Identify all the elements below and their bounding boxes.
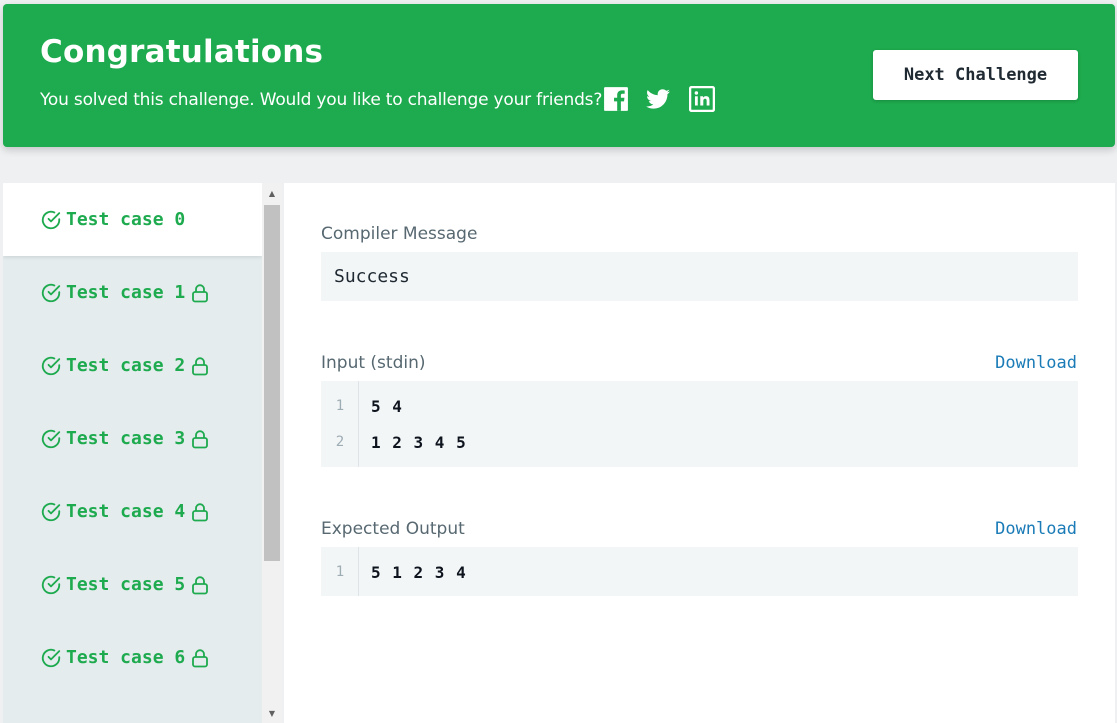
line-number: 1: [335, 398, 345, 414]
test-result-panel: Compiler Message Success Input (stdin) D…: [284, 183, 1115, 723]
test-case-label: Test case 1: [66, 282, 186, 303]
expected-output-code-box: 1 5 1 2 3 4: [321, 547, 1078, 596]
line-number: 1: [335, 564, 345, 580]
test-case-item-5[interactable]: Test case 5: [3, 548, 262, 621]
test-case-scrollbar[interactable]: ▲ ▼: [262, 183, 282, 723]
input-code-box: 1 5 4 2 1 2 3 4 5: [321, 381, 1078, 467]
code-text: 1 2 3 4 5: [371, 432, 467, 452]
input-download-link[interactable]: Download: [995, 353, 1077, 373]
compiler-message-box: Success: [321, 252, 1078, 301]
lock-icon: [191, 356, 209, 376]
code-line: 2 1 2 3 4 5: [321, 424, 1078, 460]
test-case-list: Test case 0 Test case 1 Test case 2 Test…: [3, 183, 262, 723]
code-line: 1 5 4: [321, 388, 1078, 424]
check-circle-icon: [40, 355, 62, 377]
test-case-label: Test case 2: [66, 355, 186, 376]
banner-title: Congratulations: [40, 34, 324, 70]
banner-subtitle: You solved this challenge. Would you lik…: [40, 90, 603, 110]
code-line: 1 5 1 2 3 4: [321, 554, 1078, 590]
scroll-up-arrow-icon[interactable]: ▲: [262, 183, 282, 203]
scroll-down-arrow-icon[interactable]: ▼: [262, 703, 282, 723]
next-challenge-button[interactable]: Next Challenge: [873, 50, 1078, 100]
facebook-icon[interactable]: [603, 86, 629, 112]
twitter-icon[interactable]: [645, 86, 671, 112]
test-case-item-3[interactable]: Test case 3: [3, 402, 262, 475]
line-number: 2: [335, 434, 345, 450]
lock-icon: [191, 502, 209, 522]
expected-output-label: Expected Output: [321, 519, 465, 539]
lock-icon: [191, 429, 209, 449]
lock-icon: [191, 575, 209, 595]
check-circle-icon: [40, 647, 62, 669]
test-case-item-0[interactable]: Test case 0: [3, 183, 262, 256]
test-case-label: Test case 0: [66, 209, 186, 230]
check-circle-icon: [40, 209, 62, 231]
test-case-label: Test case 3: [66, 428, 186, 449]
input-label: Input (stdin): [321, 353, 426, 373]
linkedin-icon[interactable]: [689, 86, 715, 112]
compiler-message-label: Compiler Message: [321, 224, 478, 244]
code-text: 5 4: [371, 396, 403, 416]
test-case-item-1[interactable]: Test case 1: [3, 256, 262, 329]
test-case-item-6[interactable]: Test case 6: [3, 621, 262, 694]
scrollbar-thumb[interactable]: [264, 205, 280, 561]
test-case-item-2[interactable]: Test case 2: [3, 329, 262, 402]
compiler-message-text: Success: [334, 266, 410, 287]
expected-output-download-link[interactable]: Download: [995, 519, 1077, 539]
lock-icon: [191, 648, 209, 668]
test-case-label: Test case 5: [66, 574, 186, 595]
test-case-label: Test case 6: [66, 647, 186, 668]
lock-icon: [191, 283, 209, 303]
code-text: 5 1 2 3 4: [371, 562, 467, 582]
check-circle-icon: [40, 574, 62, 596]
check-circle-icon: [40, 282, 62, 304]
test-case-item-4[interactable]: Test case 4: [3, 475, 262, 548]
success-banner: Congratulations You solved this challeng…: [3, 4, 1115, 147]
check-circle-icon: [40, 428, 62, 450]
test-case-label: Test case 4: [66, 501, 186, 522]
check-circle-icon: [40, 501, 62, 523]
